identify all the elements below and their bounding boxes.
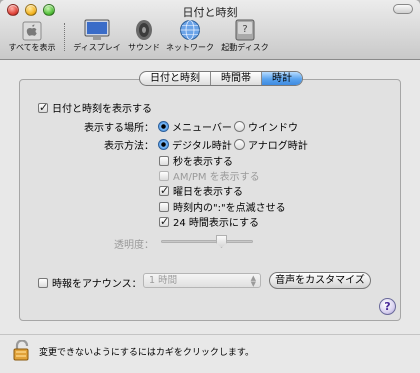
- show-seconds-row[interactable]: 秒を表示する: [159, 153, 233, 168]
- help-button[interactable]: ?: [379, 298, 396, 315]
- sound-label: サウンド: [128, 43, 160, 52]
- toolbar: すべてを表示 ディスプレイ サウンド ネットワーク ? 起動ディスク: [0, 19, 420, 59]
- display-icon: [84, 19, 110, 40]
- lock-icon[interactable]: [13, 340, 31, 362]
- title-toolbar-area: 日付と時刻 すべてを表示 ディスプレイ サウンド ネットワーク ? 起動ディスク: [0, 0, 420, 60]
- format-option-analog[interactable]: アナログ時計: [234, 137, 308, 152]
- location-option-menubar[interactable]: メニューバー: [158, 119, 232, 134]
- show-all-label: すべてを表示: [8, 43, 56, 52]
- menubar-label: メニューバー: [172, 123, 232, 134]
- show-weekday-label: 曜日を表示する: [173, 187, 243, 198]
- show-seconds-checkbox[interactable]: [159, 155, 169, 166]
- location-label: 表示する場所：: [84, 123, 154, 134]
- display-button[interactable]: ディスプレイ: [70, 19, 124, 59]
- pane-tabs: 日付と時刻 時間帯 時計: [139, 71, 303, 86]
- network-button[interactable]: ネットワーク: [162, 19, 218, 59]
- startup-disk-label: 起動ディスク: [221, 43, 269, 52]
- display-label: ディスプレイ: [73, 43, 121, 52]
- sound-button[interactable]: サウンド: [124, 19, 164, 59]
- tab-clock[interactable]: 時計: [262, 72, 302, 85]
- window-title: 日付と時刻: [182, 6, 238, 19]
- show-ampm-checkbox: [159, 170, 169, 181]
- announce-label: 時報をアナウンス：: [52, 279, 142, 290]
- show-ampm-row: AM/PM を表示する: [159, 168, 260, 183]
- footer-divider: [0, 334, 420, 335]
- toolbar-toggle-button[interactable]: [393, 4, 413, 14]
- window-radio[interactable]: [234, 121, 245, 132]
- tab-date-time[interactable]: 日付と時刻: [140, 72, 211, 85]
- show-datetime-row[interactable]: 日付と時刻を表示する: [38, 100, 152, 115]
- use-24h-row[interactable]: 24 時間表示にする: [159, 214, 259, 229]
- analog-radio[interactable]: [234, 139, 245, 150]
- flash-separators-checkbox[interactable]: [159, 201, 169, 212]
- announce-interval-select: 1 時間 ▲ ▼: [143, 273, 261, 288]
- tab-time-zone[interactable]: 時間帯: [211, 72, 262, 85]
- startup-disk-button[interactable]: ? 起動ディスク: [216, 19, 274, 59]
- show-ampm-label: AM/PM を表示する: [173, 172, 260, 183]
- toolbar-separator: [64, 23, 65, 51]
- apple-grid-icon: [22, 21, 42, 41]
- format-label: 表示方法：: [104, 141, 154, 152]
- window-label: ウインドウ: [248, 123, 298, 134]
- svg-text:?: ?: [242, 24, 247, 35]
- show-all-button[interactable]: すべてを表示: [4, 19, 60, 59]
- show-datetime-checkbox[interactable]: [38, 101, 48, 114]
- digital-label: デジタル時計: [172, 141, 232, 152]
- lock-row: 変更できないようにするにはカギをクリックします。: [13, 340, 254, 362]
- customize-voice-button[interactable]: 音声をカスタマイズ: [269, 272, 371, 289]
- use-24h-checkbox[interactable]: [159, 215, 169, 228]
- speaker-icon: [136, 20, 152, 40]
- show-datetime-label: 日付と時刻を表示する: [52, 104, 152, 115]
- analog-label: アナログ時計: [248, 141, 308, 152]
- hard-disk-icon: ?: [235, 19, 255, 41]
- digital-radio[interactable]: [158, 139, 169, 150]
- format-option-digital[interactable]: デジタル時計: [158, 137, 232, 152]
- announce-interval-value: 1 時間: [149, 275, 178, 286]
- show-weekday-row[interactable]: 曜日を表示する: [159, 183, 243, 198]
- globe-icon: [180, 20, 200, 40]
- show-weekday-checkbox[interactable]: [159, 184, 169, 197]
- network-label: ネットワーク: [166, 43, 214, 52]
- transparency-label: 透明度：: [114, 240, 154, 251]
- preferences-window: 日付と時刻 すべてを表示 ディスプレイ サウンド ネットワーク ? 起動ディスク…: [0, 0, 420, 373]
- menubar-radio[interactable]: [158, 121, 169, 132]
- flash-separators-label: 時刻内の":"を点滅させる: [173, 203, 286, 214]
- announce-row[interactable]: 時報をアナウンス：: [38, 275, 142, 290]
- lock-text: 変更できないようにするにはカギをクリックします。: [39, 347, 255, 358]
- flash-separators-row[interactable]: 時刻内の":"を点滅させる: [159, 199, 286, 214]
- popup-arrows-icon: ▲ ▼: [250, 274, 256, 288]
- transparency-slider-track: [161, 240, 253, 243]
- show-seconds-label: 秒を表示する: [173, 157, 233, 168]
- use-24h-label: 24 時間表示にする: [173, 218, 260, 229]
- location-option-window[interactable]: ウインドウ: [234, 119, 298, 134]
- announce-checkbox[interactable]: [38, 277, 48, 288]
